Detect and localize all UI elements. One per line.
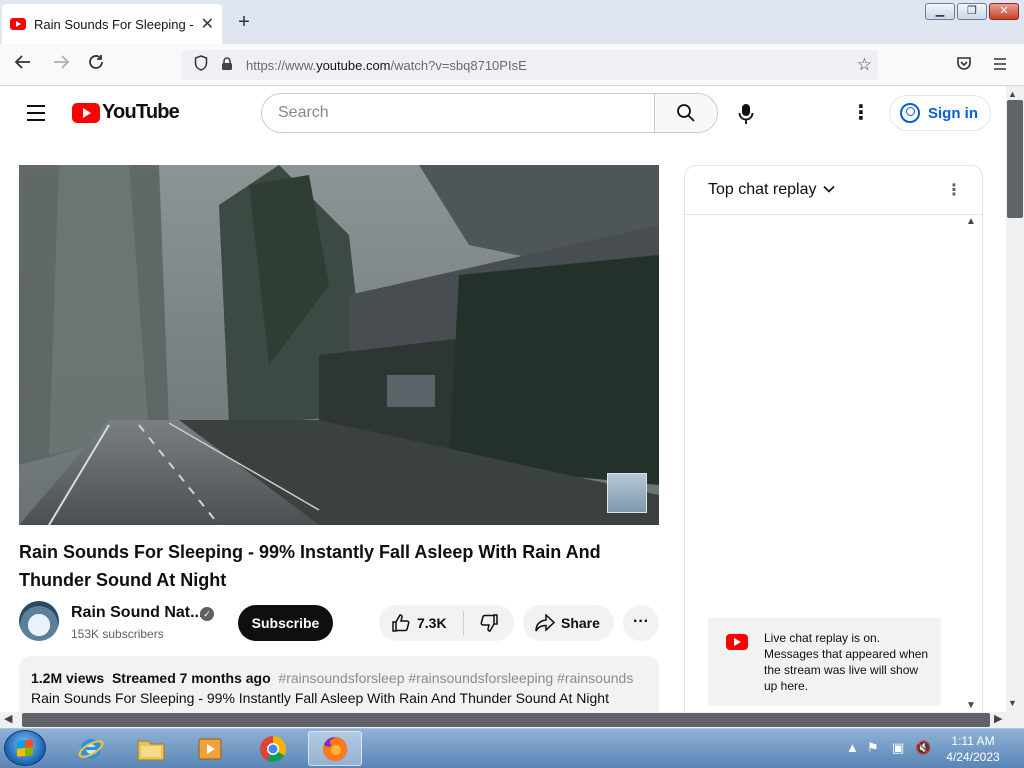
youtube-logo[interactable]: YouTube bbox=[72, 101, 180, 124]
window-close-button[interactable]: ✕ bbox=[989, 3, 1019, 20]
network-icon[interactable]: ▣ bbox=[892, 740, 904, 756]
subscriber-count: 153K subscribers bbox=[71, 627, 164, 641]
search-button[interactable] bbox=[654, 93, 718, 133]
tray-expand-icon[interactable]: ▲ bbox=[846, 740, 859, 755]
sign-in-button[interactable]: Sign in bbox=[889, 95, 991, 131]
video-frame-image bbox=[19, 165, 659, 525]
description-first-line: Rain Sounds For Sleeping - 99% Instantly… bbox=[31, 690, 609, 706]
channel-name[interactable]: Rain Sound Nat... bbox=[71, 604, 203, 622]
chat-mode-dropdown[interactable]: Top chat replay bbox=[708, 181, 817, 199]
like-count: 7.3K bbox=[417, 615, 447, 631]
tracking-protection-shield-icon[interactable] bbox=[186, 55, 216, 75]
like-dislike-group: 7.3K bbox=[379, 605, 514, 641]
chevron-down-icon[interactable] bbox=[822, 182, 836, 201]
clock-time: 1:11 AM bbox=[951, 734, 995, 748]
like-button[interactable]: 7.3K bbox=[379, 605, 463, 641]
scroll-right-arrow-icon[interactable]: ▶ bbox=[994, 712, 1002, 725]
search-input[interactable] bbox=[261, 93, 655, 133]
back-arrow-icon[interactable] bbox=[10, 52, 36, 78]
verified-checkmark-icon: ✓ bbox=[200, 607, 214, 621]
channel-watermark[interactable] bbox=[607, 473, 647, 513]
window-minimize-button[interactable]: ▁ bbox=[925, 3, 955, 20]
description-meta: 1.2M views Streamed 7 months ago #rainso… bbox=[31, 670, 647, 686]
thumbs-up-icon bbox=[392, 614, 410, 632]
thumbs-down-icon bbox=[480, 614, 498, 632]
clock-date: 4/24/2023 bbox=[946, 750, 1000, 764]
hashtags[interactable]: #rainsoundsforsleep #rainsoundsforsleepi… bbox=[278, 670, 633, 686]
internet-explorer-icon[interactable] bbox=[64, 731, 118, 766]
stream-date: Streamed 7 months ago bbox=[111, 670, 271, 686]
vertical-scroll-thumb[interactable] bbox=[1007, 100, 1023, 218]
scroll-left-arrow-icon[interactable]: ◀ bbox=[4, 712, 12, 725]
youtube-favicon-icon bbox=[10, 18, 26, 30]
video-player[interactable] bbox=[19, 165, 659, 525]
settings-more-icon[interactable]: ⋮ bbox=[846, 98, 876, 128]
scroll-up-arrow-icon[interactable]: ▲ bbox=[1008, 89, 1017, 99]
hamburger-menu-icon[interactable] bbox=[22, 100, 50, 126]
channel-avatar[interactable] bbox=[19, 601, 59, 641]
padlock-icon[interactable] bbox=[216, 56, 238, 74]
youtube-logo-text: YouTube bbox=[102, 101, 180, 123]
share-label: Share bbox=[561, 615, 600, 631]
sign-in-label: Sign in bbox=[928, 104, 978, 122]
youtube-notice-icon bbox=[726, 634, 748, 650]
view-count: 1.2M views bbox=[31, 670, 105, 686]
scroll-down-arrow-icon[interactable]: ▼ bbox=[1008, 698, 1017, 708]
window-restore-button[interactable]: ❐ bbox=[957, 3, 987, 20]
url-bar[interactable]: https://www.youtube.com/watch?v=sbq8710P… bbox=[182, 50, 878, 80]
firefox-icon[interactable] bbox=[308, 731, 362, 766]
system-clock[interactable]: 1:11 AM 4/24/2023 bbox=[935, 733, 1011, 765]
chat-more-options-icon[interactable]: ⋮ bbox=[944, 179, 964, 203]
description-box[interactable]: 1.2M views Streamed 7 months ago #rainso… bbox=[19, 656, 659, 712]
app-menu-icon[interactable] bbox=[987, 52, 1013, 78]
voice-search-button[interactable] bbox=[728, 96, 764, 132]
url-text: https://www.youtube.com/watch?v=sbq8710P… bbox=[246, 57, 527, 73]
action-center-flag-icon[interactable]: ⚑ bbox=[867, 740, 879, 756]
chat-scroll-down-icon[interactable]: ▼ bbox=[966, 700, 976, 711]
file-explorer-icon[interactable] bbox=[124, 731, 178, 766]
video-title: Rain Sounds For Sleeping - 99% Instantly… bbox=[19, 542, 601, 590]
subscribe-button[interactable]: Subscribe bbox=[238, 605, 333, 641]
start-button[interactable] bbox=[4, 730, 46, 766]
tab-title: Rain Sounds For Sleeping - 99% bbox=[34, 16, 197, 32]
tab-close-icon[interactable]: ✕ bbox=[201, 14, 214, 34]
pocket-icon[interactable] bbox=[951, 52, 977, 78]
chat-notice-text: Live chat replay is on. Messages that ap… bbox=[764, 631, 929, 693]
youtube-play-logo-icon bbox=[72, 102, 100, 123]
microphone-icon bbox=[738, 104, 754, 124]
share-button[interactable]: Share bbox=[523, 605, 614, 641]
chat-scroll-up-icon[interactable]: ▲ bbox=[966, 216, 976, 227]
volume-muted-icon[interactable]: 🔇 bbox=[915, 740, 931, 756]
browser-tab[interactable]: Rain Sounds For Sleeping - 99% ✕ bbox=[2, 4, 222, 44]
media-player-icon[interactable] bbox=[184, 731, 238, 766]
share-arrow-icon bbox=[535, 614, 555, 632]
bookmark-star-icon[interactable]: ☆ bbox=[857, 55, 872, 75]
search-icon bbox=[677, 104, 695, 122]
forward-arrow-icon[interactable] bbox=[48, 52, 74, 78]
reload-icon[interactable] bbox=[83, 52, 109, 78]
account-circle-icon bbox=[900, 103, 920, 123]
new-tab-button[interactable]: + bbox=[232, 10, 256, 34]
horizontal-scroll-thumb[interactable] bbox=[22, 713, 990, 727]
dislike-button[interactable] bbox=[464, 605, 514, 641]
more-actions-button[interactable]: ··· bbox=[623, 605, 659, 641]
chrome-icon[interactable] bbox=[246, 731, 300, 766]
